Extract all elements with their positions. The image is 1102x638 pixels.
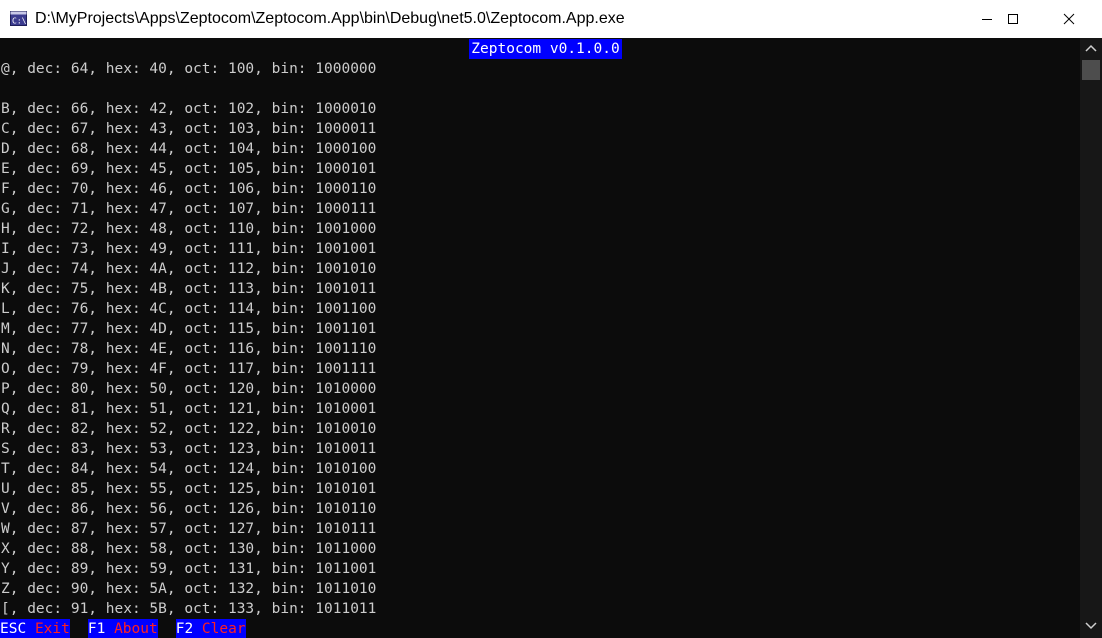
console-line: I, dec: 73, hex: 49, oct: 111, bin: 1001…	[1, 241, 377, 257]
scroll-down-arrow-icon[interactable]	[1085, 622, 1097, 630]
console-line: C, dec: 67, hex: 43, oct: 103, bin: 1000…	[1, 121, 377, 137]
console-line: T, dec: 84, hex: 54, oct: 124, bin: 1010…	[1, 461, 377, 477]
console-line: @, dec: 64, hex: 40, oct: 100, bin: 1000…	[1, 61, 377, 77]
maximize-button[interactable]	[990, 0, 1036, 38]
console-line: X, dec: 88, hex: 58, oct: 130, bin: 1011…	[1, 541, 377, 557]
fkey-key: ESC	[0, 621, 27, 637]
console-line: V, dec: 86, hex: 56, oct: 126, bin: 1010…	[1, 501, 377, 517]
close-icon	[1063, 13, 1075, 25]
console-line: W, dec: 87, hex: 57, oct: 127, bin: 1010…	[1, 521, 377, 537]
console-line: N, dec: 78, hex: 4E, oct: 116, bin: 1001…	[1, 341, 377, 357]
svg-text:C:\: C:\	[12, 17, 27, 26]
console-line: D, dec: 68, hex: 44, oct: 104, bin: 1000…	[1, 141, 377, 157]
fkey-key: F1	[87, 621, 106, 637]
console-line: S, dec: 83, hex: 53, oct: 123, bin: 1010…	[1, 441, 377, 457]
fkey-label: Exit	[34, 621, 70, 637]
console-line: G, dec: 71, hex: 47, oct: 107, bin: 1000…	[1, 201, 377, 217]
fkey-label: About	[114, 621, 158, 637]
scrollbar-thumb[interactable]	[1082, 60, 1100, 80]
app-banner: Zeptocom v0.1.0.0	[469, 39, 622, 59]
function-key-bar: ESC Exit F1 About F2 Clear	[0, 619, 246, 638]
console-line: K, dec: 75, hex: 4B, oct: 113, bin: 1001…	[1, 281, 377, 297]
console-line: O, dec: 79, hex: 4F, oct: 117, bin: 1001…	[1, 361, 377, 377]
console-line: R, dec: 82, hex: 52, oct: 122, bin: 1010…	[1, 421, 377, 437]
vertical-scrollbar[interactable]	[1080, 38, 1102, 638]
console-line: Z, dec: 90, hex: 5A, oct: 132, bin: 1011…	[1, 581, 377, 597]
window-title: D:\MyProjects\Apps\Zeptocom\Zeptocom.App…	[35, 10, 625, 27]
console-line: M, dec: 77, hex: 4D, oct: 115, bin: 1001…	[1, 321, 377, 337]
fkey-spacer	[70, 619, 88, 638]
title-bar[interactable]: C:\ D:\MyProjects\Apps\Zeptocom\Zeptocom…	[0, 0, 1102, 38]
console-app-icon: C:\	[10, 11, 27, 26]
scroll-up-arrow-icon[interactable]	[1085, 44, 1097, 52]
fkey-spacer	[158, 619, 176, 638]
close-button[interactable]	[1046, 0, 1092, 38]
console-line: Q, dec: 81, hex: 51, oct: 121, bin: 1010…	[1, 401, 377, 417]
maximize-icon	[1008, 14, 1018, 24]
console-line: Y, dec: 89, hex: 59, oct: 131, bin: 1011…	[1, 561, 377, 577]
console-line: F, dec: 70, hex: 46, oct: 106, bin: 1000…	[1, 181, 377, 197]
console-line: L, dec: 76, hex: 4C, oct: 114, bin: 1001…	[1, 301, 377, 317]
console-line: E, dec: 69, hex: 45, oct: 105, bin: 1000…	[1, 161, 377, 177]
fkey-key: F2	[175, 621, 194, 637]
console-line: [, dec: 91, hex: 5B, oct: 133, bin: 1011…	[1, 601, 377, 617]
esc-exit-key[interactable]: ESC Exit	[0, 619, 70, 638]
console-window: C:\ D:\MyProjects\Apps\Zeptocom\Zeptocom…	[0, 0, 1102, 638]
console-line: U, dec: 85, hex: 55, oct: 125, bin: 1010…	[1, 481, 377, 497]
f1-about-key[interactable]: F1 About	[87, 619, 158, 638]
console-line: H, dec: 72, hex: 48, oct: 110, bin: 1001…	[1, 221, 377, 237]
fkey-label: Clear	[201, 621, 246, 637]
console-line: B, dec: 66, hex: 42, oct: 102, bin: 1000…	[1, 101, 377, 117]
console-line: P, dec: 80, hex: 50, oct: 120, bin: 1010…	[1, 381, 377, 397]
console-line: J, dec: 74, hex: 4A, oct: 112, bin: 1001…	[1, 261, 377, 277]
f2-clear-key[interactable]: F2 Clear	[175, 619, 246, 638]
